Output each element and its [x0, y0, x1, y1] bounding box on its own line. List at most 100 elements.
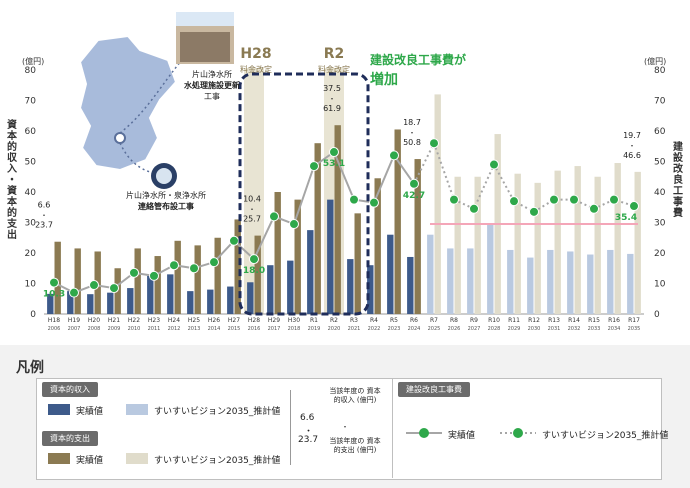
x-tick-year: 2020: [328, 326, 341, 332]
x-tick-year: 2010: [128, 326, 141, 332]
left-axis-unit: (億円): [22, 56, 44, 66]
label-sep: ・: [249, 206, 256, 214]
annotation-r2-title: R2: [324, 46, 345, 62]
bar-income: [167, 274, 174, 314]
x-tick-era: H22: [128, 317, 140, 324]
x-tick-era: R9: [470, 317, 478, 324]
label-expense-value: 23.7: [35, 221, 53, 230]
left-axis-title-char: ・: [7, 175, 17, 186]
x-tick-year: 2024: [408, 326, 421, 332]
x-tick-year: 2008: [88, 326, 101, 332]
line-point: [229, 235, 239, 246]
bar-income: [307, 230, 314, 314]
x-tick-era: R1: [310, 317, 318, 324]
line-point: [309, 161, 319, 172]
x-tick-year: 2016: [248, 326, 261, 332]
right-axis-title-char: 良: [673, 173, 683, 186]
x-tick-year: 2006: [48, 326, 61, 332]
line-point: [629, 201, 639, 212]
x-tick-era: H23: [148, 317, 160, 324]
bar-income: [627, 253, 634, 314]
map-label1-line2: 水処理施設更新: [183, 80, 240, 90]
x-tick-era: H26: [208, 317, 220, 324]
x-tick-era: R7: [430, 317, 438, 324]
left-tick-label: 50: [25, 158, 37, 168]
right-tick-label: 40: [654, 188, 666, 198]
right-tick-label: 20: [654, 249, 666, 259]
label-expense-value: 50.8: [403, 138, 421, 147]
legend-line-actual-icon: [406, 428, 442, 438]
bar-expense: [474, 176, 481, 314]
line-point: [109, 283, 119, 294]
bar-expense: [174, 240, 181, 314]
x-tick-era: R14: [568, 317, 580, 324]
x-tick-era: R15: [588, 317, 600, 324]
label-income-value: 18.7: [403, 118, 421, 127]
right-axis-title-char: 設: [673, 151, 684, 164]
facility-photo-building: [180, 32, 230, 62]
x-tick-year: 2029: [508, 326, 521, 332]
x-tick-year: 2023: [388, 326, 401, 332]
bar-income: [147, 275, 154, 314]
bar-income: [447, 248, 454, 314]
map-label1-line3: 工事: [204, 91, 220, 101]
line-point: [349, 194, 359, 205]
left-axis-title-char: 本: [7, 195, 18, 208]
left-tick-label: 70: [25, 97, 37, 107]
callout-line1: 建設改良工事費が: [369, 52, 466, 67]
bar-income: [407, 256, 414, 314]
bar-income: [287, 260, 294, 314]
legend-line-plan-label: すいすいビジョン2035_推計値: [542, 431, 669, 441]
left-tick-label: 80: [25, 66, 37, 76]
x-tick-era: H28: [248, 317, 260, 324]
bar-income: [207, 289, 214, 314]
callout-line2: 増加: [370, 71, 398, 88]
legend-section-divider: [392, 378, 393, 478]
bar-income: [607, 249, 614, 314]
x-tick-year: 2025: [428, 326, 441, 332]
legend-expense-plan-label: すいすいビジョン2035_推計値: [154, 456, 281, 466]
bar-income: [247, 282, 254, 314]
line-point: [609, 194, 619, 205]
x-tick-era: R16: [608, 317, 620, 324]
label-income-value: 19.7: [623, 131, 641, 140]
left-axis-title-char: 入: [7, 163, 17, 175]
x-tick-era: H24: [168, 317, 180, 324]
x-tick-year: 2035: [628, 326, 641, 332]
line-point: [129, 267, 139, 278]
right-axis-title-char: 改: [673, 162, 684, 175]
x-tick-era: R10: [488, 317, 500, 324]
map-label2-line2: 連絡管布設工事: [138, 201, 194, 211]
left-axis-title-char: 出: [7, 228, 17, 241]
bar-expense: [214, 237, 221, 314]
line-point: [69, 287, 79, 298]
x-tick-era: H20: [88, 317, 100, 324]
right-tick-label: 30: [654, 219, 666, 229]
right-axis-title-char: 事: [673, 195, 683, 208]
x-tick-era: R3: [350, 317, 358, 324]
label-line-value: 18.0: [243, 266, 265, 276]
x-tick-year: 2033: [588, 326, 601, 332]
bar-income: [227, 286, 234, 314]
bar-expense: [74, 248, 81, 314]
x-tick-year: 2022: [368, 326, 381, 332]
right-tick-label: 0: [654, 310, 660, 320]
bar-income: [467, 248, 474, 314]
legend-expense-tag: 資本的支出: [42, 431, 98, 446]
bar-income: [427, 234, 434, 314]
left-axis-title-char: 本: [7, 129, 18, 142]
right-tick-label: 60: [654, 127, 666, 137]
line-point: [369, 197, 379, 208]
left-axis-title-char: 資: [7, 184, 17, 197]
facility-photo-sky: [176, 12, 234, 26]
bar-income: [507, 249, 514, 314]
line-construction-plan: [413, 140, 635, 213]
left-tick-label: 10: [25, 280, 37, 290]
bar-expense: [634, 171, 641, 314]
x-tick-era: R13: [548, 317, 560, 324]
legend-note-expense: 当該年度の 資本的支出 (億円): [329, 437, 381, 454]
line-point: [249, 254, 259, 265]
bar-expense: [534, 182, 541, 314]
x-tick-era: R5: [390, 317, 398, 324]
label-line-value: 35.4: [615, 213, 637, 223]
